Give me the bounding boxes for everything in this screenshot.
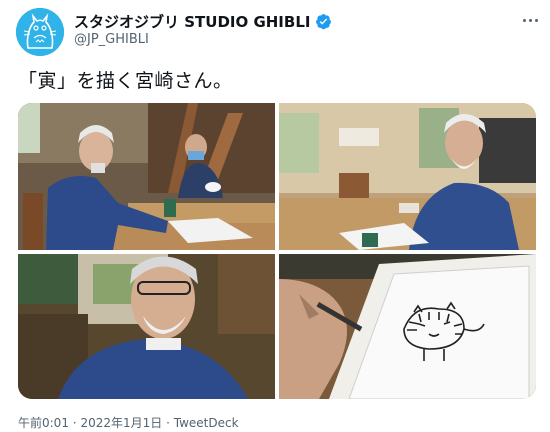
tweet-timestamp: 午前0:01 · 2022年1月1日 · TweetDeck — [18, 414, 239, 431]
totoro-avatar-icon[interactable] — [16, 8, 64, 56]
tweet-header: スタジオジブリ STUDIO GHIBLI @JP_GHIBLI — [0, 0, 550, 60]
tweet-photo-2[interactable] — [279, 103, 536, 250]
name-row: スタジオジブリ STUDIO GHIBLI — [74, 11, 332, 31]
tweet-source[interactable]: TweetDeck — [174, 416, 239, 430]
tweet-photo-3[interactable] — [18, 254, 275, 399]
media-grid — [18, 103, 536, 399]
more-options-icon[interactable] — [520, 12, 540, 28]
separator: · — [166, 416, 170, 430]
tweet-time[interactable]: 午前0:01 — [18, 416, 69, 430]
tweet-photo-4[interactable] — [279, 254, 536, 399]
verified-badge-icon — [316, 13, 332, 29]
tweet-text: 「寅」を描く宮崎さん。 — [18, 70, 233, 92]
tweet-date[interactable]: 2022年1月1日 — [80, 416, 162, 430]
display-name[interactable]: スタジオジブリ STUDIO GHIBLI — [74, 11, 310, 32]
handle[interactable]: @JP_GHIBLI — [74, 32, 149, 47]
tweet-photo-1[interactable] — [18, 103, 275, 250]
separator: · — [72, 416, 77, 430]
